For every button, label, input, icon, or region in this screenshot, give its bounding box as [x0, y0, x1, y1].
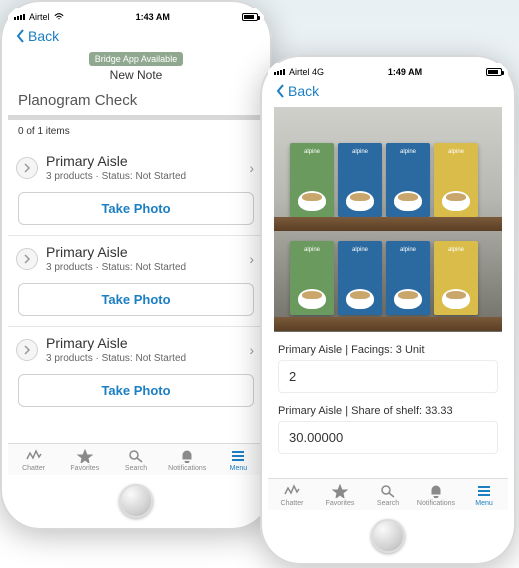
product-logo: alpine — [352, 247, 368, 253]
item-subtitle: 3 products · Status: Not Started — [46, 353, 241, 364]
tab-label: Menu — [475, 500, 493, 507]
product-logo: alpine — [304, 149, 320, 155]
product-box: alpine — [338, 241, 382, 315]
product-box: alpine — [434, 143, 478, 217]
shelf — [274, 217, 502, 231]
tab-notifications[interactable]: Notifications — [412, 479, 460, 510]
phone-right: Airtel 4G 1:49 AM Back alpine alpine alp… — [260, 55, 516, 565]
battery-icon — [242, 13, 258, 21]
tab-search[interactable]: Search — [364, 479, 412, 510]
tab-label: Menu — [230, 465, 248, 472]
chevron-icon — [16, 157, 38, 179]
chevron-icon — [16, 339, 38, 361]
back-label: Back — [288, 83, 319, 99]
tab-label: Chatter — [22, 465, 45, 472]
page-title: Planogram Check — [8, 88, 264, 115]
item-subtitle: 3 products · Status: Not Started — [46, 262, 241, 273]
shelf-row: alpine alpine alpine alpine — [290, 143, 478, 217]
battery-icon — [486, 68, 502, 76]
tab-favorites[interactable]: Favorites — [59, 444, 110, 475]
update-banner[interactable]: Bridge App Available — [89, 52, 183, 66]
back-button[interactable]: Back — [276, 83, 319, 99]
chevron-right-icon: › — [249, 251, 256, 267]
product-logo: alpine — [400, 247, 416, 253]
chevron-right-icon: › — [249, 160, 256, 176]
product-box: alpine — [290, 241, 334, 315]
shelf-row: alpine alpine alpine alpine — [290, 241, 478, 315]
signal-icon — [274, 69, 285, 75]
field-label-share: Primary Aisle | Share of shelf: 33.33 — [268, 399, 508, 421]
carrier-label: Airtel — [29, 12, 50, 22]
take-photo-button[interactable]: Take Photo — [18, 374, 254, 407]
items-counter: 0 of 1 items — [8, 124, 264, 145]
items-list: Primary Aisle 3 products · Status: Not S… — [8, 145, 264, 443]
nav-bar: Back — [8, 24, 264, 50]
tab-favorites[interactable]: Favorites — [316, 479, 364, 510]
product-box: alpine — [434, 241, 478, 315]
wifi-icon — [54, 13, 64, 21]
tab-menu[interactable]: Menu — [460, 479, 508, 510]
back-label: Back — [28, 28, 59, 44]
field-label-facings: Primary Aisle | Facings: 3 Unit — [268, 338, 508, 360]
product-logo: alpine — [352, 149, 368, 155]
product-logo: alpine — [400, 149, 416, 155]
item-subtitle: 3 products · Status: Not Started — [46, 171, 241, 182]
status-bar: Airtel 4G 1:49 AM — [268, 63, 508, 79]
back-button[interactable]: Back — [16, 28, 59, 44]
tab-label: Favorites — [326, 500, 355, 507]
product-box: alpine — [290, 143, 334, 217]
take-photo-button[interactable]: Take Photo — [18, 192, 254, 225]
product-logo: alpine — [448, 149, 464, 155]
tab-label: Favorites — [70, 465, 99, 472]
screen-right: Airtel 4G 1:49 AM Back alpine alpine alp… — [268, 63, 508, 510]
item-title: Primary Aisle — [46, 335, 241, 351]
chevron-icon — [16, 248, 38, 270]
screen-left: Airtel 1:43 AM Back Bridge App Available… — [8, 8, 264, 475]
product-box: alpine — [386, 143, 430, 217]
product-box: alpine — [338, 143, 382, 217]
shelf — [274, 317, 502, 331]
signal-icon — [14, 14, 25, 20]
camera-preview: alpine alpine alpine alpine alpine alpin… — [274, 107, 502, 332]
tab-bar: Chatter Favorites Search Notifications M… — [8, 443, 264, 475]
tab-chatter[interactable]: Chatter — [268, 479, 316, 510]
status-time: 1:49 AM — [388, 67, 422, 77]
tab-bar: Chatter Favorites Search Notifications M… — [268, 478, 508, 510]
status-time: 1:43 AM — [136, 12, 170, 22]
item-title: Primary Aisle — [46, 244, 241, 260]
status-bar: Airtel 1:43 AM — [8, 8, 264, 24]
facings-input[interactable]: 2 — [278, 360, 498, 393]
take-photo-button[interactable]: Take Photo — [18, 283, 254, 316]
tab-label: Search — [377, 500, 399, 507]
tab-chatter[interactable]: Chatter — [8, 444, 59, 475]
carrier-label: Airtel 4G — [289, 67, 324, 77]
list-item[interactable]: Primary Aisle 3 products · Status: Not S… — [8, 327, 264, 368]
product-logo: alpine — [304, 247, 320, 253]
chevron-left-icon — [276, 84, 286, 98]
home-button[interactable] — [371, 519, 405, 553]
item-title: Primary Aisle — [46, 153, 241, 169]
product-logo: alpine — [448, 247, 464, 253]
nav-bar: Back — [268, 79, 508, 105]
tab-label: Notifications — [168, 465, 206, 472]
progress-bar — [8, 115, 264, 120]
tab-menu[interactable]: Menu — [213, 444, 264, 475]
page-subtitle: New Note — [8, 66, 264, 88]
list-item[interactable]: Primary Aisle 3 products · Status: Not S… — [8, 145, 264, 186]
tab-label: Notifications — [417, 500, 455, 507]
chevron-right-icon: › — [249, 342, 256, 358]
tab-search[interactable]: Search — [110, 444, 161, 475]
product-box: alpine — [386, 241, 430, 315]
chevron-left-icon — [16, 29, 26, 43]
share-input[interactable]: 30.00000 — [278, 421, 498, 454]
phone-left: Airtel 1:43 AM Back Bridge App Available… — [0, 0, 272, 530]
list-item[interactable]: Primary Aisle 3 products · Status: Not S… — [8, 236, 264, 277]
tab-label: Chatter — [281, 500, 304, 507]
tab-label: Search — [125, 465, 147, 472]
tab-notifications[interactable]: Notifications — [162, 444, 213, 475]
home-button[interactable] — [119, 484, 153, 518]
